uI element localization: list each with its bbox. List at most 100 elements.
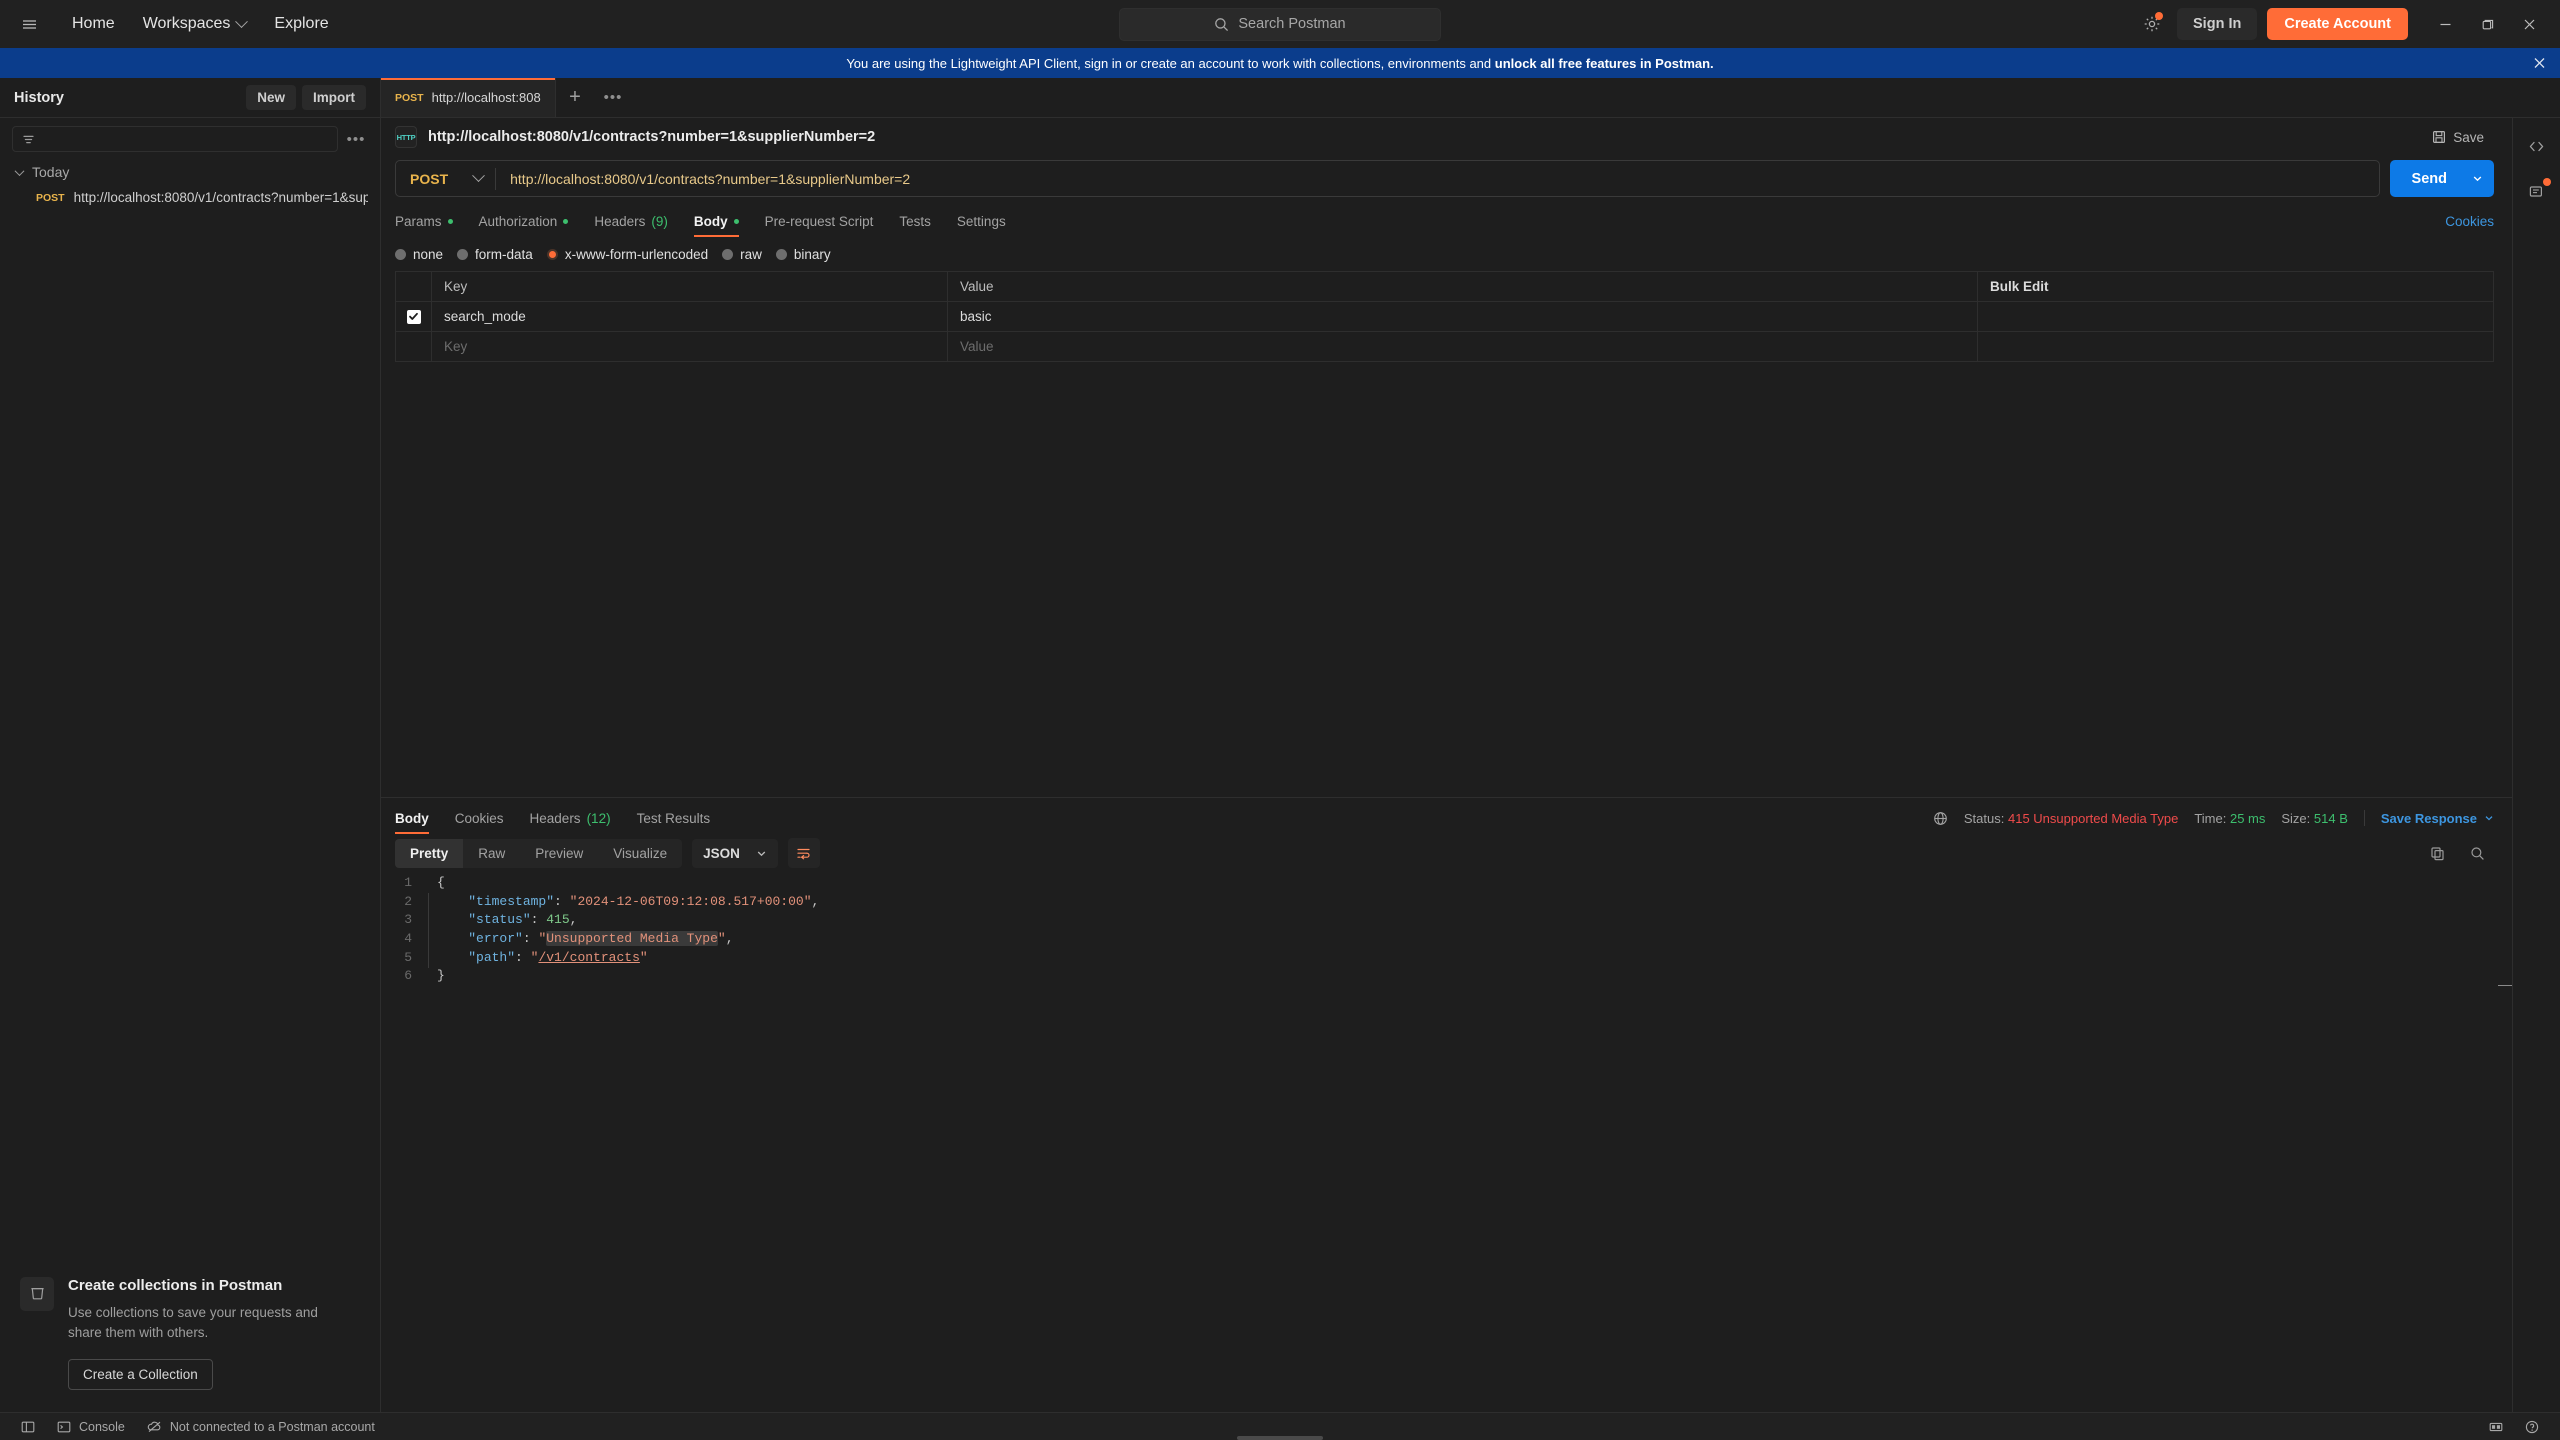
table-row-key[interactable]: search_mode [432,302,948,331]
console-button[interactable]: Console [48,1416,134,1438]
view-mode-raw[interactable]: Raw [463,839,520,868]
tab-settings[interactable]: Settings [944,214,1019,237]
response-body-code[interactable]: 123456 { "timestamp": "2024-12-06T09:12:… [381,870,2512,1412]
body-type-selector: none form-data x-www-form-urlencoded [381,237,2512,271]
response-tab-test-results[interactable]: Test Results [624,811,724,834]
nav-item-workspaces[interactable]: Workspaces [131,8,259,40]
response-meta: Status: 415 Unsupported Media Type Time:… [1933,810,2494,834]
body-key-value-table: Key Value Bulk Edit search_mode bas [395,271,2494,362]
request-tab-method: POST [395,92,424,104]
sidebar-filter-row: ••• [0,118,380,158]
line-number: 2 [381,893,412,912]
create-collection-button[interactable]: Create a Collection [68,1359,213,1390]
url-input[interactable]: http://localhost:8080/v1/contracts?numbe… [496,171,2378,187]
body-type-binary-label: binary [794,247,831,262]
wrap-lines-icon[interactable] [788,838,820,868]
tab-more-icon[interactable]: ••• [594,78,632,117]
response-tab-test-results-label: Test Results [637,811,711,826]
new-button[interactable]: New [246,85,296,110]
comment-icon[interactable] [2521,176,2553,208]
response-format-label: JSON [703,846,740,861]
response-view-modes: Pretty Raw Preview Visualize [395,839,682,868]
gear-icon[interactable] [2135,7,2169,41]
url-box: POST http://localhost:8080/v1/contracts?… [395,160,2380,197]
status-value: 415 Unsupported Media Type [2008,811,2178,826]
view-mode-pretty[interactable]: Pretty [395,839,463,868]
banner-close-icon[interactable] [2533,57,2546,70]
response-tab-cookies[interactable]: Cookies [442,811,517,834]
chevron-down-icon [15,166,25,176]
search-input[interactable]: Search Postman [1119,8,1441,41]
http-badge-label: HTTP [397,133,416,142]
help-icon[interactable] [2516,1416,2548,1438]
row-checkbox[interactable] [407,310,421,324]
copy-icon[interactable] [2420,836,2454,870]
bulk-edit-button[interactable]: Bulk Edit [1978,272,2493,301]
history-item[interactable]: POST http://localhost:8080/v1/contracts?… [0,185,380,210]
table-placeholder-key[interactable]: Key [432,332,948,361]
tab-params[interactable]: Params [395,214,466,237]
body-type-binary[interactable]: binary [776,247,845,262]
size-badge: Size: 514 B [2281,811,2348,826]
table-row-value[interactable]: basic [948,302,1978,331]
maximize-icon[interactable] [2468,4,2506,44]
cookies-link[interactable]: Cookies [2445,214,2494,237]
tab-pre-request-script[interactable]: Pre-request Script [752,214,887,237]
body-type-form-data[interactable]: form-data [457,247,547,262]
tab-body[interactable]: Body [681,214,752,237]
hamburger-icon[interactable] [12,7,46,41]
save-button[interactable]: Save [2422,125,2494,150]
response-tab-headers-label: Headers [530,811,581,826]
view-mode-visualize[interactable]: Visualize [598,839,682,868]
layout-icon[interactable] [2480,1416,2512,1438]
status-label: Status: [1964,811,2004,826]
body-type-none[interactable]: none [395,247,457,262]
body-type-x-www-form-urlencoded[interactable]: x-www-form-urlencoded [547,247,722,262]
minimize-icon[interactable] [2426,4,2464,44]
request-tab[interactable]: POST http://localhost:8080/v1 [381,78,556,117]
method-selector[interactable]: POST [396,161,495,196]
upgrade-banner: You are using the Lightweight API Client… [0,48,2560,78]
view-mode-preview[interactable]: Preview [520,839,598,868]
plus-icon[interactable]: + [556,78,594,117]
save-response-button[interactable]: Save Response [2381,811,2494,826]
code-line: "status": 415, [437,911,2512,930]
response-tab-headers[interactable]: Headers (12) [517,811,624,834]
import-button[interactable]: Import [302,85,366,110]
globe-icon[interactable] [1933,811,1948,826]
sign-in-button[interactable]: Sign In [2177,8,2257,40]
top-navigation: Home Workspaces Explore [60,8,341,40]
send-button[interactable]: Send [2390,160,2469,197]
table-row-actions [1978,302,2493,331]
nav-item-explore[interactable]: Explore [262,8,340,40]
code-icon[interactable] [2521,130,2553,162]
table-placeholder-value[interactable]: Value [948,332,1978,361]
close-icon[interactable] [2510,4,2548,44]
chevron-down-icon [2484,813,2494,823]
body-type-raw[interactable]: raw [722,247,776,262]
create-account-button[interactable]: Create Account [2267,8,2408,40]
tab-tests[interactable]: Tests [886,214,944,237]
tab-headers[interactable]: Headers (9) [581,214,681,237]
sidebar-more-icon[interactable]: ••• [344,127,368,151]
search-icon [1214,17,1229,32]
history-group-today[interactable]: Today [0,158,380,185]
tab-settings-label: Settings [957,214,1006,229]
request-tab-strip: POST http://localhost:8080/v1 + ••• [381,78,2560,118]
response-format-selector[interactable]: JSON [692,839,778,868]
send-button-group: Send [2390,160,2494,197]
line-number: 1 [381,874,412,893]
code-content[interactable]: { "timestamp": "2024-12-06T09:12:08.517+… [421,874,2512,1412]
history-filter-input[interactable] [12,126,338,152]
save-response-label: Save Response [2381,811,2477,826]
response-tab-body[interactable]: Body [395,811,442,834]
tab-authorization[interactable]: Authorization [466,214,582,237]
request-area: HTTP http://localhost:8080/v1/contracts?… [381,118,2560,1412]
sidebar-toggle-icon[interactable] [12,1416,44,1438]
search-icon[interactable] [2460,836,2494,870]
code-line: "path": "/v1/contracts" [437,949,2512,968]
horizontal-scrollbar[interactable] [1237,1436,1323,1440]
send-options-chevron-down-icon[interactable] [2469,160,2494,197]
nav-item-home[interactable]: Home [60,8,127,40]
sidebar: History New Import ••• Today POST http:/… [0,78,381,1412]
